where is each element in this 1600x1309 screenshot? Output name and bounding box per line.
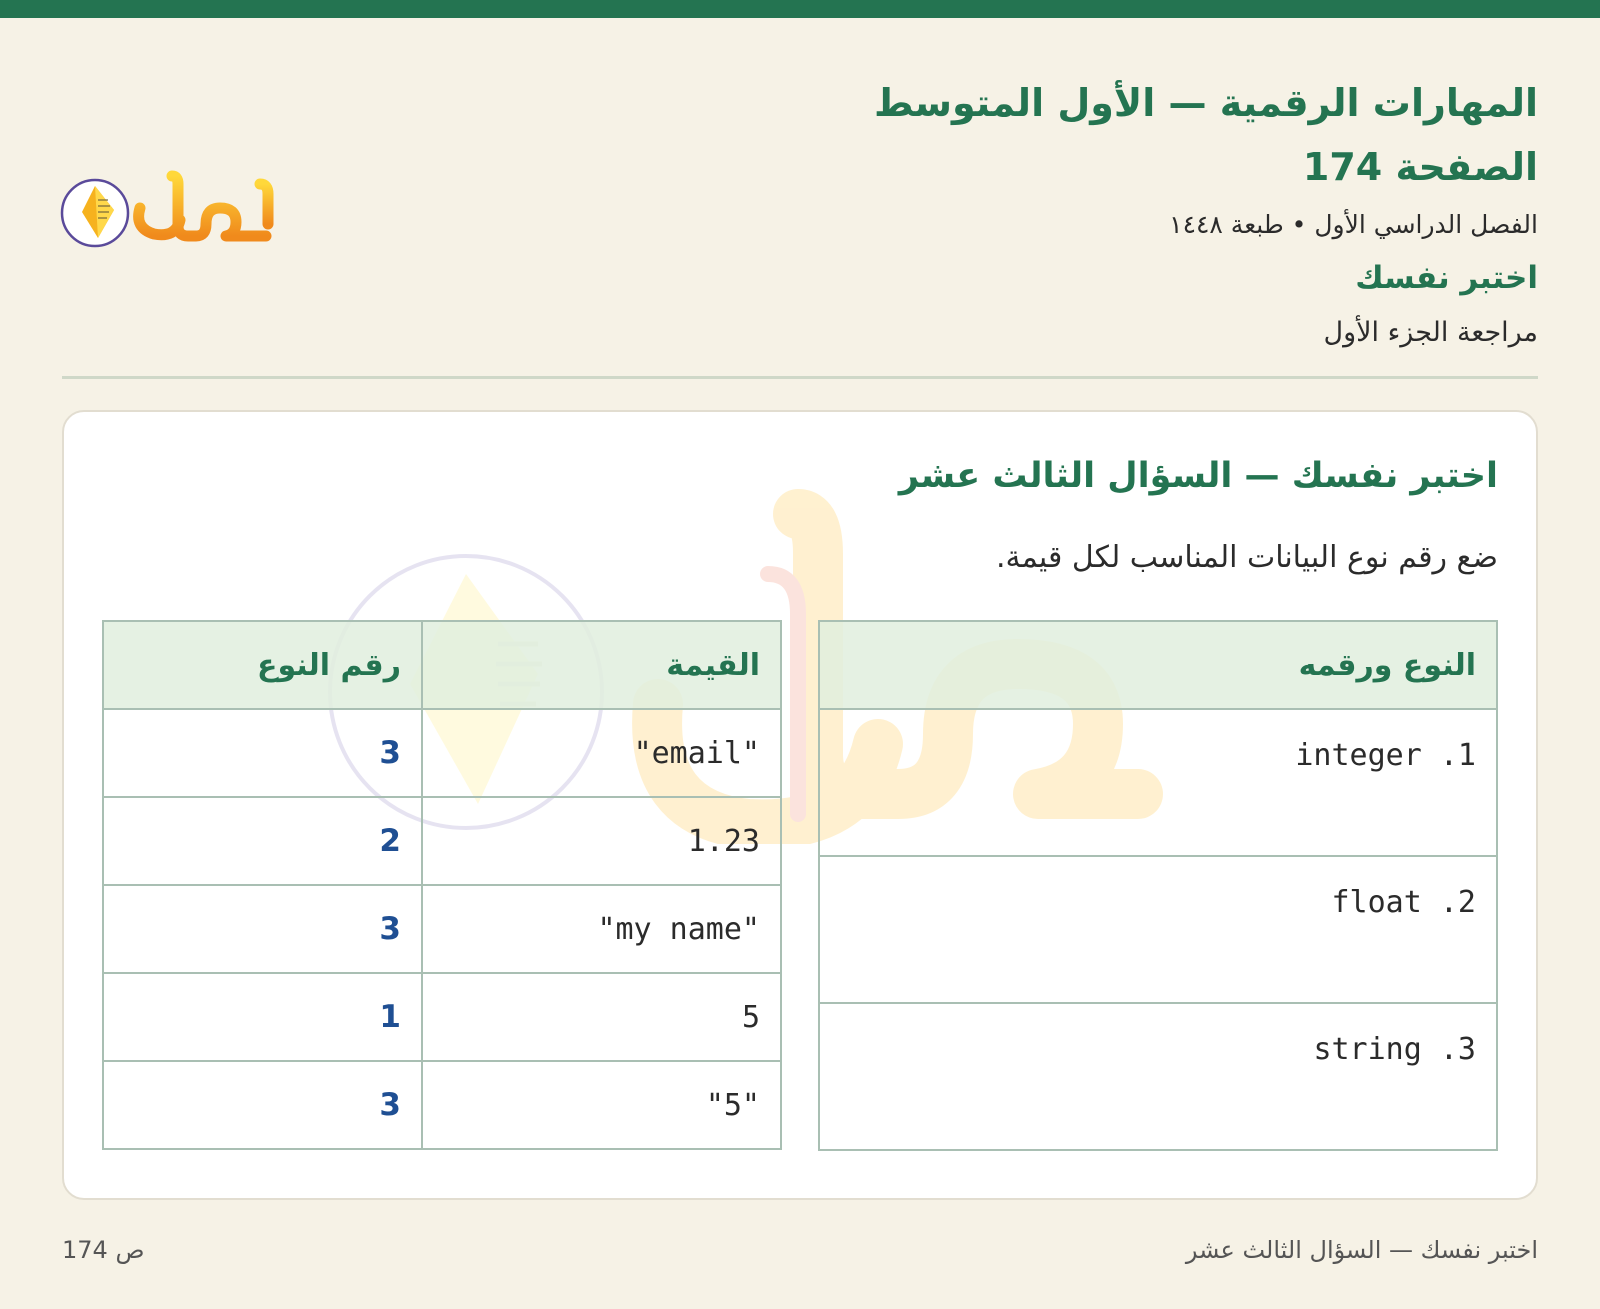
table-row: 1.23 2 xyxy=(102,796,783,886)
type-label: string .3 xyxy=(1313,1032,1476,1067)
value-cell: 1.23 xyxy=(420,796,783,886)
type-cell: float .2 xyxy=(818,855,1498,1004)
type-number-header: رقم النوع xyxy=(102,620,423,710)
value-cell: 5 xyxy=(420,972,783,1062)
footer-page-number: ص 174 xyxy=(62,1236,145,1264)
table-row: "my name" 3 xyxy=(102,884,783,974)
page-header: المهارات الرقمية — الأول المتوسط الصفحة … xyxy=(638,72,1538,360)
section-title: اختبر نفسك xyxy=(1355,260,1538,296)
answer-cell: 1 xyxy=(102,972,423,1062)
question-card: اختبر نفسك — السؤال الثالث عشر ضع رقم نو… xyxy=(62,410,1538,1200)
page-number-heading: الصفحة 174 xyxy=(1302,145,1538,189)
answer-cell: 3 xyxy=(102,708,423,798)
value-header: القيمة xyxy=(420,620,783,710)
type-label: float .2 xyxy=(1331,885,1477,920)
footer-question-label: اختبر نفسك — السؤال الثالث عشر xyxy=(1185,1236,1538,1264)
top-accent-bar xyxy=(0,0,1600,18)
question-prompt: ضع رقم نوع البيانات المناسب لكل قيمة. xyxy=(995,540,1498,575)
value-cell: "5" xyxy=(420,1060,783,1150)
table-row: "5" 3 xyxy=(102,1060,783,1150)
types-header: النوع ورقمه xyxy=(818,620,1498,710)
data-types-table: النوع ورقمه integer .1 float .2 string .… xyxy=(818,620,1498,1151)
table-row: "email" 3 xyxy=(102,708,783,798)
hulul-logo xyxy=(60,170,274,248)
type-cell: integer .1 xyxy=(818,708,1498,857)
term-edition: الفصل الدراسي الأول • طبعة ١٤٤٨ xyxy=(1169,210,1538,239)
question-title: اختبر نفسك — السؤال الثالث عشر xyxy=(898,456,1498,496)
value-cell: "email" xyxy=(420,708,783,798)
table-row: integer .1 xyxy=(818,708,1498,857)
answer-cell: 3 xyxy=(102,884,423,974)
book-title: المهارات الرقمية — الأول المتوسط xyxy=(873,81,1538,125)
table-row: 5 1 xyxy=(102,972,783,1062)
subsection-title: مراجعة الجزء الأول xyxy=(1323,317,1538,348)
value-cell: "my name" xyxy=(420,884,783,974)
table-row: float .2 xyxy=(818,855,1498,1004)
type-cell: string .3 xyxy=(818,1002,1498,1151)
answer-cell: 2 xyxy=(102,796,423,886)
type-label: integer .1 xyxy=(1295,738,1476,773)
header-divider xyxy=(62,376,1538,379)
values-table: القيمة رقم النوع "email" 3 1.23 2 "my na… xyxy=(102,620,783,1150)
table-row: string .3 xyxy=(818,1002,1498,1151)
answer-cell: 3 xyxy=(102,1060,423,1150)
